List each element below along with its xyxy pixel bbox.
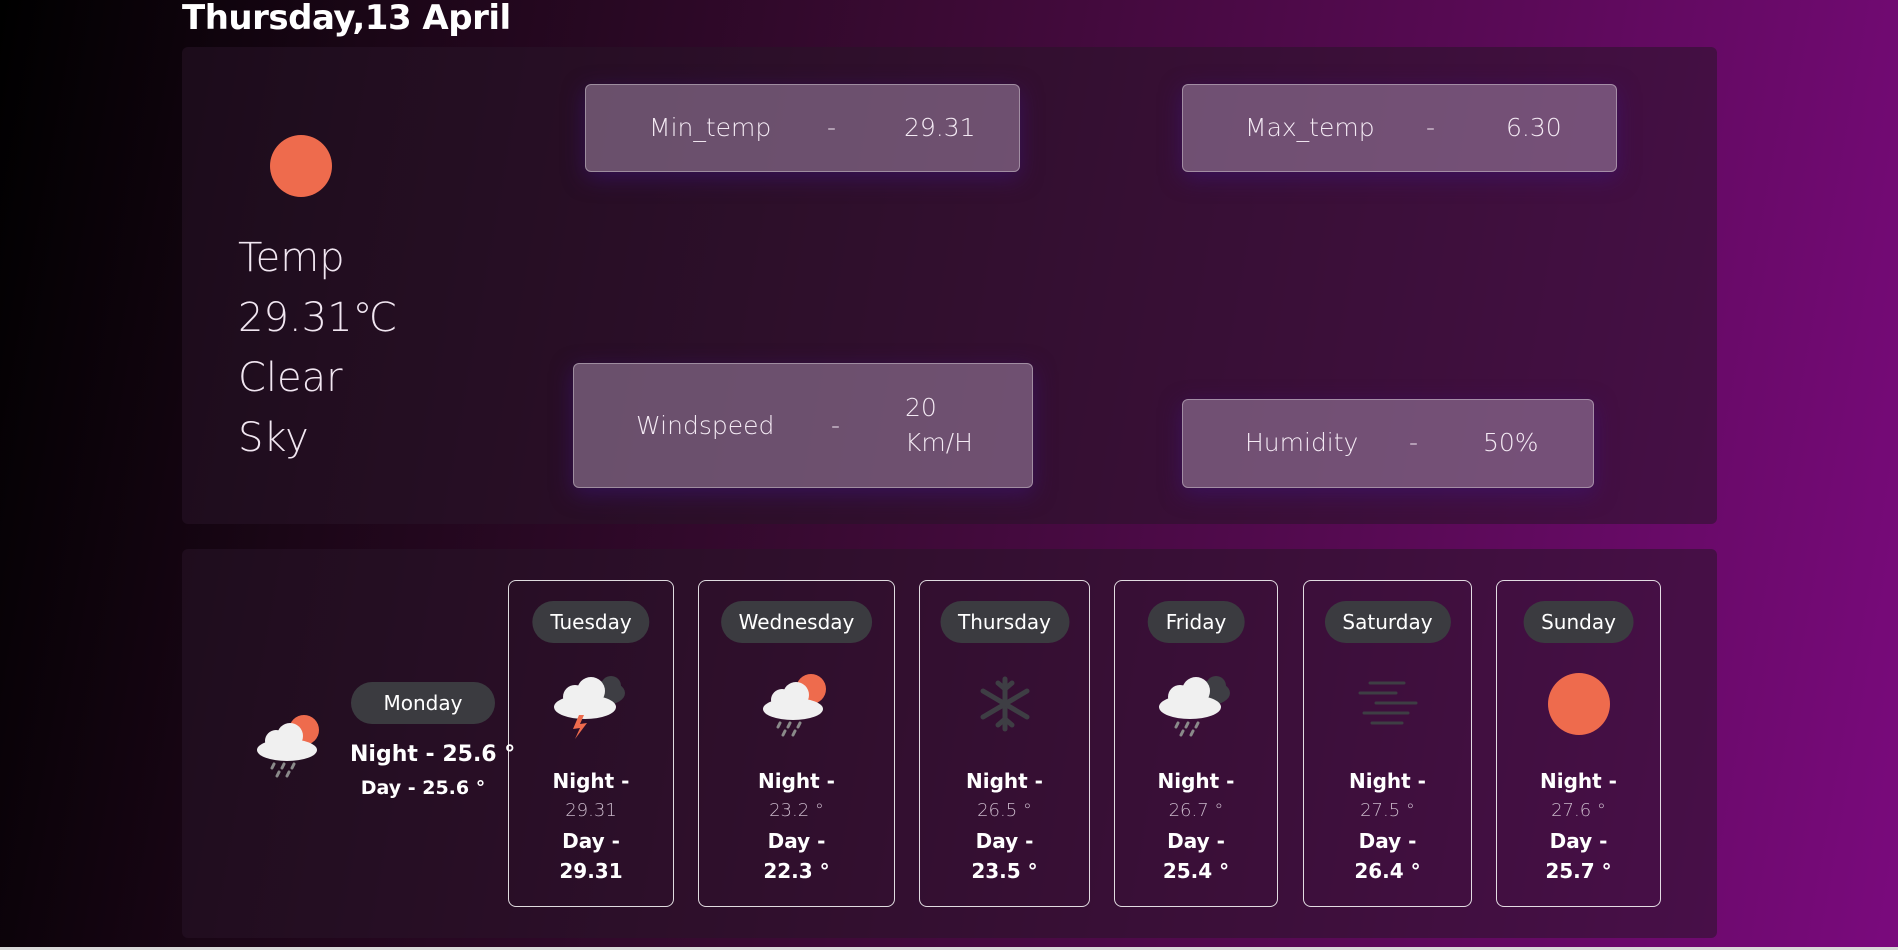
- night-label: Night -: [758, 769, 835, 793]
- fog-icon: [1358, 681, 1417, 725]
- snowflake-icon: [980, 676, 1029, 732]
- day-temp: 26.4 °: [1354, 859, 1421, 883]
- rain-cloud-sun-icon: [762, 674, 826, 737]
- forecast-card-friday: Friday Night - 26.7 ° Day - 25.4 °: [1114, 580, 1278, 907]
- day-pill: Tuesday: [532, 601, 650, 643]
- night-temp: 26.5 °: [977, 800, 1032, 821]
- day-pill-monday: Monday: [351, 682, 495, 724]
- night-label: Night -: [552, 769, 630, 793]
- day-pill: Wednesday: [720, 601, 873, 643]
- forecast-card-saturday: Saturday Night - 27.5 ° Day - 26.4 °: [1303, 580, 1472, 907]
- day-temp: 25.4 °: [1162, 859, 1230, 883]
- windspeed-card: Windspeed - 20 Km/H: [573, 363, 1033, 488]
- day-temp: 25.7 °: [1545, 859, 1612, 883]
- temp-label: Temp: [238, 235, 345, 281]
- night-temp: 23.2 °: [769, 800, 824, 821]
- max-temp-card: Max_temp - 6.30: [1182, 84, 1617, 172]
- humidity-card: Humidity - 50%: [1182, 399, 1594, 488]
- day-label: Day -: [1549, 829, 1608, 853]
- separator: -: [831, 411, 841, 440]
- day-temp: 23.5 °: [971, 859, 1038, 883]
- forecast-card-sunday: Sunday Night - 27.6 ° Day - 25.7 °: [1496, 580, 1661, 907]
- current-temperature: 29.31℃: [238, 295, 398, 341]
- night-label: Night -: [1349, 769, 1426, 793]
- day-pill: Saturday: [1324, 601, 1451, 643]
- forecast-card-wednesday: Wednesday Night - 23.2 ° Day - 22.3 °: [698, 580, 895, 907]
- day-temp: 22.3 °: [763, 859, 830, 883]
- max-temp-label: Max_temp: [1245, 113, 1375, 142]
- day-label: Day -: [1167, 829, 1225, 853]
- page-title-date: Thursday,13 April: [182, 0, 511, 38]
- min-temp-card: Min_temp - 29.31: [585, 84, 1020, 172]
- sun-icon: [1547, 673, 1610, 735]
- windspeed-value: 20: [905, 393, 937, 422]
- day-pill: Friday: [1147, 601, 1245, 643]
- night-temp: 29.31: [565, 800, 617, 821]
- day-label: Day -: [767, 829, 826, 853]
- min-temp-label: Min_temp: [649, 113, 772, 142]
- night-label: Night -: [1540, 769, 1617, 793]
- separator: -: [1426, 113, 1436, 142]
- condition-line-1: Clear: [238, 355, 343, 401]
- windspeed-label: Windspeed: [636, 411, 775, 440]
- night-temp: 27.5 °: [1360, 800, 1415, 821]
- today-night-temp: Night - 25.6 °: [350, 742, 516, 767]
- min-temp-value: 29.31: [904, 113, 976, 142]
- night-label: Night -: [1157, 769, 1235, 793]
- day-label: Day -: [1358, 829, 1417, 853]
- separator: -: [827, 113, 837, 142]
- today-day-temp: Day - 25.6 °: [360, 777, 486, 799]
- night-temp: 26.7 °: [1168, 800, 1224, 821]
- humidity-label: Humidity: [1245, 428, 1359, 457]
- night-label: Night -: [966, 769, 1043, 793]
- rain-cloud-icon: [1159, 676, 1230, 737]
- humidity-value: 50%: [1483, 428, 1539, 457]
- day-pill: Sunday: [1523, 601, 1634, 643]
- day-label: Day -: [975, 829, 1034, 853]
- day-pill: Thursday: [940, 601, 1069, 643]
- separator: -: [1409, 428, 1419, 457]
- windspeed-unit: Km/H: [905, 428, 973, 457]
- sun-icon: [270, 135, 332, 197]
- day-temp: 29.31: [559, 859, 623, 883]
- night-temp: 27.6 °: [1551, 800, 1606, 821]
- condition-line-2: Sky: [238, 415, 309, 461]
- rain-cloud-sun-icon: [257, 715, 319, 778]
- max-temp-value: 6.30: [1506, 113, 1562, 142]
- thunderstorm-icon: [554, 676, 625, 739]
- forecast-card-thursday: Thursday Night - 26.5 ° Day - 23.5 °: [919, 580, 1090, 907]
- day-label: Day -: [562, 829, 620, 853]
- forecast-card-tuesday: Tuesday Night - 29.31 Day - 29.31: [508, 580, 674, 907]
